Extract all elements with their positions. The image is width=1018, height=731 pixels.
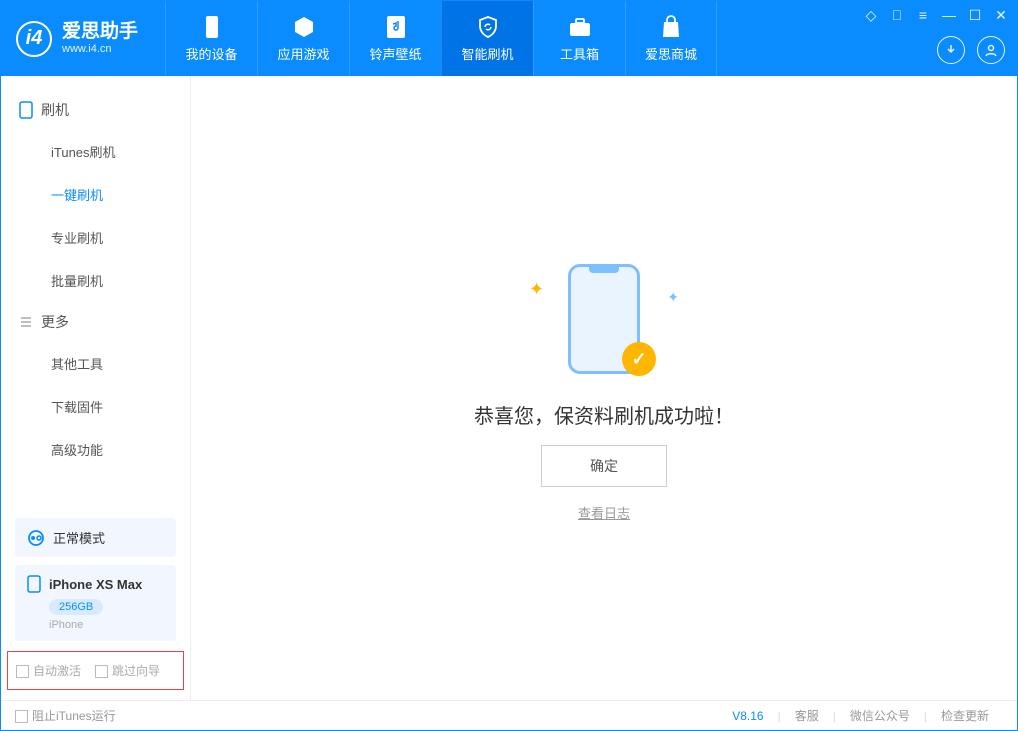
sidebar-group-flash: 刷机 — [1, 90, 190, 130]
device-type-label: iPhone — [49, 619, 164, 631]
tab-ringtones[interactable]: 铃声壁纸 — [349, 1, 441, 76]
device-small-icon — [27, 575, 41, 593]
tab-my-device[interactable]: 我的设备 — [165, 1, 257, 76]
header: i4 爱思助手 www.i4.cn 我的设备 应用游戏 铃声壁纸 智能刷机 工具… — [1, 1, 1017, 76]
sparkle-icon: ✦ — [667, 289, 679, 306]
support-link[interactable]: 客服 — [781, 707, 833, 724]
storage-badge: 256GB — [49, 599, 103, 615]
version-label: V8.16 — [718, 709, 777, 723]
sparkle-icon: ✦ — [529, 279, 544, 300]
checkbox-auto-activate[interactable]: 自动激活 — [16, 662, 81, 679]
app-title: 爱思助手 — [62, 21, 138, 44]
logo-icon: i4 — [16, 21, 52, 57]
ok-button[interactable]: 确定 — [541, 445, 667, 487]
tab-label: 铃声壁纸 — [370, 44, 422, 63]
main-content: ✦ ✦ ✓ 恭喜您，保资料刷机成功啦！ 确定 查看日志 — [191, 76, 1017, 700]
sidebar-item-pro-flash[interactable]: 专业刷机 — [1, 216, 190, 259]
sidebar-item-download-firmware[interactable]: 下载固件 — [1, 385, 190, 428]
close-icon[interactable]: ✕ — [993, 7, 1009, 23]
tab-label: 智能刷机 — [462, 44, 514, 63]
download-icon[interactable] — [937, 36, 965, 64]
sidebar-item-batch-flash[interactable]: 批量刷机 — [1, 259, 190, 302]
toolbox-icon — [568, 15, 592, 39]
sidebar-item-itunes-flash[interactable]: iTunes刷机 — [1, 130, 190, 173]
tab-label: 工具箱 — [560, 44, 599, 63]
sidebar: 刷机 iTunes刷机 一键刷机 专业刷机 批量刷机 更多 其他工具 下载固件 … — [1, 76, 191, 700]
group-label: 更多 — [41, 312, 69, 332]
user-icon[interactable] — [977, 36, 1005, 64]
sidebar-group-more: 更多 — [1, 302, 190, 342]
tab-label: 应用游戏 — [278, 44, 330, 63]
device-box[interactable]: iPhone XS Max 256GB iPhone — [15, 565, 176, 641]
tab-label: 爱思商城 — [645, 44, 697, 63]
checkbox-row: 自动激活 跳过向导 — [7, 651, 184, 690]
logo-section: i4 爱思助手 www.i4.cn — [1, 21, 153, 57]
music-file-icon — [384, 15, 408, 39]
tab-store[interactable]: 爱思商城 — [625, 1, 717, 76]
window-controls: ◇ ⎕ ≡ — ☐ ✕ — [863, 7, 1009, 23]
nav-tabs: 我的设备 应用游戏 铃声壁纸 智能刷机 工具箱 爱思商城 — [165, 1, 717, 76]
tab-apps-games[interactable]: 应用游戏 — [257, 1, 349, 76]
wechat-link[interactable]: 微信公众号 — [836, 707, 924, 724]
minimize-icon[interactable]: — — [941, 7, 957, 23]
update-link[interactable]: 检查更新 — [927, 707, 1003, 724]
view-log-link[interactable]: 查看日志 — [578, 503, 630, 522]
mode-label: 正常模式 — [53, 528, 105, 547]
list-icon — [19, 315, 33, 329]
mode-icon — [27, 529, 45, 547]
sidebar-item-onekey-flash[interactable]: 一键刷机 — [1, 173, 190, 216]
success-illustration: ✦ ✦ ✓ — [514, 254, 694, 384]
checkbox-skip-guide[interactable]: 跳过向导 — [95, 662, 160, 679]
device-name-label: iPhone XS Max — [49, 577, 142, 592]
tab-smart-flash[interactable]: 智能刷机 — [441, 1, 533, 76]
menu-icon[interactable]: ≡ — [915, 7, 931, 23]
device-icon — [200, 15, 224, 39]
check-icon: ✓ — [622, 342, 656, 376]
app-url: www.i4.cn — [62, 43, 138, 56]
shield-refresh-icon — [476, 15, 500, 39]
footer: 阻止iTunes运行 V8.16 | 客服 | 微信公众号 | 检查更新 — [1, 700, 1017, 730]
tab-toolbox[interactable]: 工具箱 — [533, 1, 625, 76]
checkbox-block-itunes[interactable]: 阻止iTunes运行 — [15, 707, 116, 724]
sidebar-item-other-tools[interactable]: 其他工具 — [1, 342, 190, 385]
maximize-icon[interactable]: ☐ — [967, 7, 983, 23]
group-label: 刷机 — [41, 100, 69, 120]
phone-icon — [19, 101, 33, 119]
bag-icon — [659, 15, 683, 39]
success-message: 恭喜您，保资料刷机成功啦！ — [474, 400, 734, 429]
cube-icon — [292, 15, 316, 39]
feedback-icon[interactable]: ⎕ — [889, 7, 905, 23]
tab-label: 我的设备 — [186, 44, 238, 63]
mode-box[interactable]: 正常模式 — [15, 518, 176, 557]
tshirt-icon[interactable]: ◇ — [863, 7, 879, 23]
sidebar-item-advanced[interactable]: 高级功能 — [1, 428, 190, 471]
